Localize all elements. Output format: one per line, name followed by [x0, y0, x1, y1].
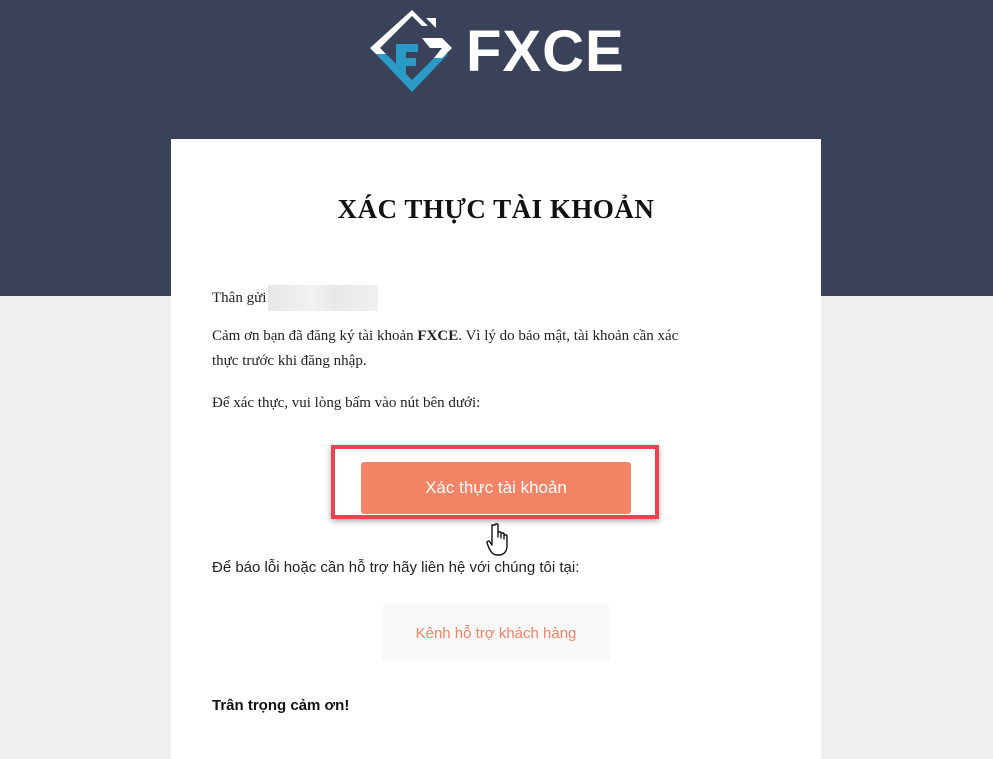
intro-prefix: Cảm ơn bạn đã đăng ký tài khoản — [212, 328, 418, 344]
intro-line2: thực trước khi đăng nhập. — [212, 353, 367, 369]
intro-paragraph: Cảm ơn bạn đã đăng ký tài khoản FXCE. Vì… — [212, 324, 732, 374]
instruction-text: Để xác thực, vui lòng bấm vào nút bên dư… — [212, 395, 481, 411]
support-channel-button[interactable]: Kênh hỗ trợ khách hàng — [382, 605, 610, 661]
verify-account-button[interactable]: Xác thực tài khoản — [361, 462, 631, 514]
greeting: Thân gửi — [212, 285, 732, 311]
support-text: Để báo lỗi hoặc cần hỗ trợ hãy liên hệ v… — [212, 559, 580, 576]
redacted-name — [268, 285, 379, 311]
email-card: XÁC THỰC TÀI KHOẢN Thân gửi Cảm ơn bạn đ… — [171, 139, 821, 759]
fxce-logo-icon — [370, 10, 452, 92]
logo-text: FXCE — [466, 18, 625, 84]
closing-text: Trân trọng cảm ơn! — [212, 697, 350, 714]
intro-brand: FXCE — [417, 328, 459, 344]
fxce-logo[interactable]: FXCE — [370, 6, 630, 96]
hand-pointer-icon — [486, 523, 508, 556]
intro-suffix: . Vì lý do bảo mật, tài khoản cần xác — [458, 328, 679, 344]
page-title: XÁC THỰC TÀI KHOẢN — [337, 194, 655, 224]
greeting-text: Thân gửi — [212, 289, 267, 306]
